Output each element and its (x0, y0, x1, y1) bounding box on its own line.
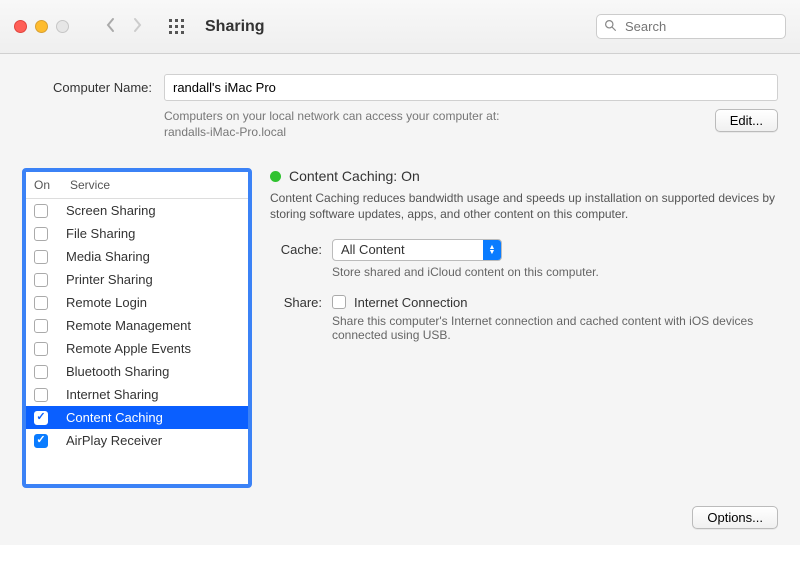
services-list: On Service Screen Sharing File Sharing Med… (22, 168, 252, 488)
service-row[interactable]: Internet Sharing (26, 383, 248, 406)
computer-access-text: Computers on your local network can acce… (164, 109, 703, 140)
minimize-dot[interactable] (35, 20, 48, 33)
computer-name-label: Computer Name: (22, 80, 152, 95)
share-option-label: Internet Connection (354, 295, 467, 310)
edit-button[interactable]: Edit... (715, 109, 778, 132)
service-description: Content Caching reduces bandwidth usage … (270, 190, 778, 222)
service-checkbox[interactable] (34, 273, 48, 287)
service-label: Printer Sharing (66, 272, 153, 287)
service-label: Media Sharing (66, 249, 150, 264)
service-checkbox[interactable] (34, 365, 48, 379)
back-icon[interactable] (105, 17, 117, 36)
chevron-updown-icon: ▲▼ (483, 240, 501, 260)
service-detail: Content Caching: On Content Caching redu… (270, 168, 778, 488)
service-checkbox[interactable] (34, 227, 48, 241)
service-row[interactable]: AirPlay Receiver (26, 429, 248, 452)
service-checkbox[interactable] (34, 204, 48, 218)
service-label: AirPlay Receiver (66, 433, 162, 448)
service-row[interactable]: File Sharing (26, 222, 248, 245)
options-button[interactable]: Options... (692, 506, 778, 529)
service-label: Remote Login (66, 295, 147, 310)
service-row[interactable]: Media Sharing (26, 245, 248, 268)
service-label: Remote Apple Events (66, 341, 191, 356)
service-row[interactable]: Bluetooth Sharing (26, 360, 248, 383)
service-checkbox[interactable] (34, 250, 48, 264)
service-label: Screen Sharing (66, 203, 156, 218)
service-row[interactable]: Remote Login (26, 291, 248, 314)
services-header: On Service (26, 172, 248, 199)
computer-name-input[interactable] (164, 74, 778, 101)
cache-select[interactable]: All Content ▲▼ (332, 239, 502, 261)
service-label: Content Caching (66, 410, 163, 425)
search-input[interactable] (596, 14, 786, 39)
service-label: File Sharing (66, 226, 135, 241)
service-label: Bluetooth Sharing (66, 364, 169, 379)
service-row[interactable]: Remote Apple Events (26, 337, 248, 360)
service-checkbox[interactable] (34, 319, 48, 333)
cache-label: Cache: (270, 242, 322, 257)
toolbar: Sharing (0, 0, 800, 54)
cache-hint: Store shared and iCloud content on this … (332, 265, 778, 279)
status-indicator-icon (270, 171, 281, 182)
close-dot[interactable] (14, 20, 27, 33)
share-label: Share: (270, 295, 322, 310)
status-text: Content Caching: On (289, 168, 420, 184)
grid-icon[interactable] (169, 19, 185, 35)
service-row[interactable]: Printer Sharing (26, 268, 248, 291)
service-row[interactable]: Remote Management (26, 314, 248, 337)
forward-icon[interactable] (131, 17, 143, 36)
service-label: Internet Sharing (66, 387, 159, 402)
zoom-dot[interactable] (56, 20, 69, 33)
window-title: Sharing (205, 18, 265, 36)
service-checkbox[interactable] (34, 342, 48, 356)
service-checkbox[interactable] (34, 388, 48, 402)
service-row[interactable]: Screen Sharing (26, 199, 248, 222)
window-controls (14, 20, 69, 33)
search-icon (604, 19, 617, 35)
service-row[interactable]: Content Caching (26, 406, 248, 429)
service-checkbox[interactable] (34, 434, 48, 448)
service-checkbox[interactable] (34, 296, 48, 310)
service-checkbox[interactable] (34, 411, 48, 425)
share-checkbox[interactable] (332, 295, 346, 309)
service-label: Remote Management (66, 318, 191, 333)
share-hint: Share this computer's Internet connectio… (332, 314, 778, 342)
